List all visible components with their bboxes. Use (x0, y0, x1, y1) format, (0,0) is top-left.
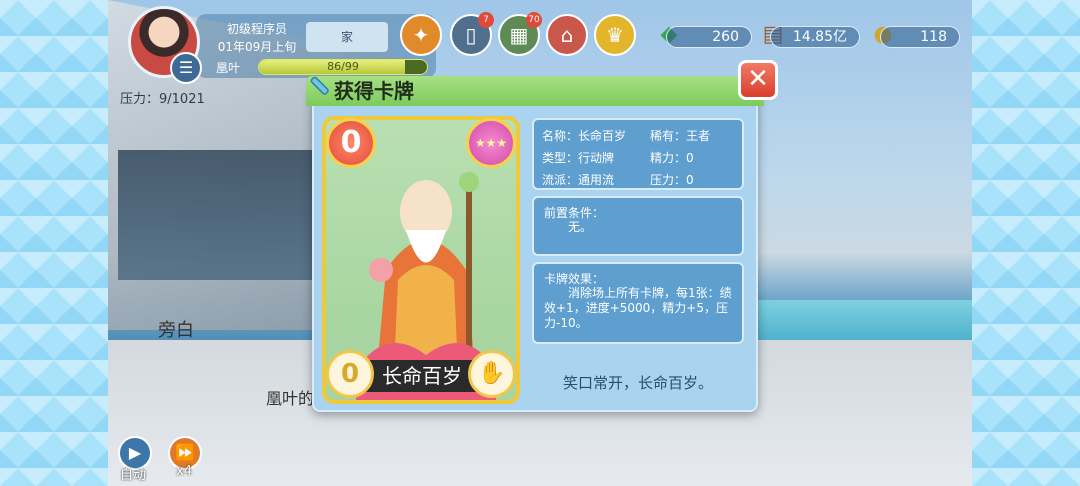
house-icon[interactable]: ⌂ (546, 14, 588, 56)
money-counter: 14.85亿 (770, 26, 860, 48)
card-stats-panel: 名称：长命百岁 稀有：王者 类型：行动牌 精力：0 流派：通用流 压力：0 (532, 118, 744, 190)
card-type-icon: ✋ (468, 350, 516, 398)
stat-pressure: 压力：0 (650, 173, 694, 187)
speed-label: x4 (176, 464, 192, 479)
card-temperature: 0 (326, 350, 374, 398)
prerequisite-body: 无。 (568, 220, 593, 234)
card-cost: 0 (326, 118, 376, 168)
cards-badge: 70 (526, 12, 542, 28)
stat-rarity: 稀有：王者 (650, 129, 711, 143)
energy-name: 凰叶 (215, 61, 240, 75)
energy-value: 86/99 (327, 60, 359, 73)
effect-panel: 卡牌效果： 消除场上所有卡牌，每1张：绩效+1，进度+5000，精力+5，压力-… (532, 262, 744, 344)
location-label[interactable]: 家 (306, 22, 388, 52)
left-border-pattern (0, 0, 108, 486)
crown-icon[interactable]: ♛ (594, 14, 636, 56)
effect-title: 卡牌效果： (544, 272, 605, 286)
close-button[interactable]: ✕ (738, 60, 778, 100)
phone-badge: 7 (478, 12, 494, 28)
prerequisite-panel: 前置条件： 无。 (532, 196, 744, 256)
menu-button[interactable]: ☰ (170, 52, 202, 84)
stat-type: 类型：行动牌 (542, 151, 615, 165)
effect-body: 消除场上所有卡牌，每1张：绩效+1，进度+5000，精力+5，压力-10。 (544, 286, 732, 330)
phone-icon[interactable]: ▯ 7 (450, 12, 494, 56)
stress-readout: 压力：9/1021 (120, 92, 205, 107)
medal-counter: 118 (880, 26, 960, 48)
right-border-pattern (972, 0, 1080, 486)
stat-name: 名称：长命百岁 (542, 129, 627, 143)
card-quote: 笑口常开，长命百岁。 (562, 374, 713, 392)
chips-counter: 260 (666, 26, 752, 48)
event-icon[interactable]: ✦ (400, 14, 442, 56)
stat-spirit: 精力：0 (650, 151, 694, 165)
auto-label: 自动 (120, 468, 147, 483)
player-rank: 初级程序员 (226, 22, 287, 36)
stat-school: 流派：通用流 (542, 173, 615, 187)
pencil-icon (310, 76, 329, 95)
rarity-stars-icon: ★★★ (466, 118, 516, 168)
narrator-label: 旁白 (158, 320, 194, 341)
cards-icon[interactable]: ▦ 70 (498, 12, 542, 56)
prerequisite-title: 前置条件： (544, 206, 605, 220)
dialog-text: 凰叶的 (266, 389, 315, 408)
game-date: 01年09月上旬 (217, 40, 297, 54)
modal-title: 获得卡牌 (334, 79, 414, 103)
